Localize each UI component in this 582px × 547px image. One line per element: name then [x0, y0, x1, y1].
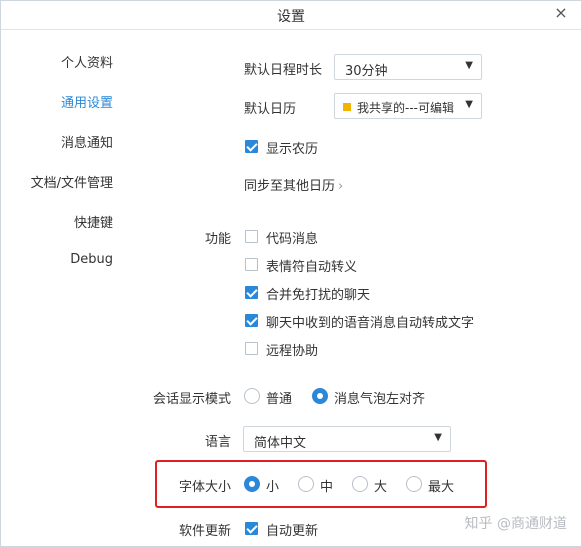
chevron-down-icon: ▼: [465, 99, 473, 110]
sidebar-item-debug[interactable]: Debug: [1, 252, 113, 267]
sidebar-item-notifications[interactable]: 消息通知: [1, 132, 113, 151]
language-value: 简体中文: [254, 436, 307, 451]
emoji-escape-checkbox[interactable]: [245, 258, 258, 271]
merge-dnd-checkbox[interactable]: [245, 286, 258, 299]
font-size-xlarge-label: 最大: [428, 480, 455, 495]
software-update-label: 软件更新: [178, 524, 231, 539]
emoji-escape-label: 表情符自动转义: [266, 260, 358, 275]
session-mode-bubble-radio[interactable]: [312, 388, 328, 404]
close-icon[interactable]: ×: [553, 5, 569, 21]
show-lunar-checkbox[interactable]: [245, 140, 258, 153]
duration-value: 30分钟: [345, 64, 388, 79]
watermark: 知乎 @商通财道: [464, 516, 567, 532]
settings-window: 设置 × 个人资料 通用设置 消息通知 文档/文件管理 快捷键 Debug 默认…: [0, 0, 582, 547]
title-bar: 设置 ×: [1, 1, 581, 29]
code-message-checkbox[interactable]: [245, 230, 258, 243]
font-size-medium-radio[interactable]: [298, 476, 314, 492]
font-size-large-label: 大: [374, 480, 388, 495]
window-title: 设置: [277, 9, 305, 25]
duration-select[interactable]: 30分钟 ▼: [334, 54, 482, 80]
calendar-color-swatch: [343, 103, 351, 111]
remote-assist-checkbox[interactable]: [245, 342, 258, 355]
font-size-large-radio[interactable]: [352, 476, 368, 492]
merge-dnd-label: 合并免打扰的聊天: [266, 288, 371, 303]
session-mode-normal-radio[interactable]: [244, 388, 260, 404]
auto-update-label: 自动更新: [266, 524, 319, 539]
default-calendar-label: 默认日历: [244, 102, 297, 117]
sidebar-item-general[interactable]: 通用设置: [1, 92, 113, 111]
chevron-right-icon: ›: [338, 179, 344, 194]
title-divider: [1, 29, 581, 30]
language-label: 语言: [204, 435, 231, 450]
session-mode-bubble-label: 消息气泡左对齐: [334, 392, 426, 407]
code-message-label: 代码消息: [266, 232, 319, 247]
features-label: 功能: [204, 232, 231, 247]
font-size-small-label: 小: [266, 480, 280, 495]
font-size-xlarge-radio[interactable]: [406, 476, 422, 492]
duration-label: 默认日程时长: [244, 63, 323, 78]
font-size-medium-label: 中: [320, 480, 334, 495]
session-mode-normal-label: 普通: [266, 392, 293, 407]
font-size-small-radio[interactable]: [244, 476, 260, 492]
chevron-down-icon: ▼: [465, 60, 473, 71]
remote-assist-label: 远程协助: [266, 344, 319, 359]
font-size-label: 字体大小: [178, 480, 231, 495]
sidebar-item-shortcuts[interactable]: 快捷键: [1, 212, 113, 231]
chevron-down-icon: ▼: [434, 432, 442, 443]
voice-to-text-checkbox[interactable]: [245, 314, 258, 327]
session-mode-label: 会话显示模式: [152, 392, 231, 407]
voice-to-text-label: 聊天中收到的语音消息自动转成文字: [266, 316, 475, 331]
show-lunar-label: 显示农历: [266, 142, 319, 157]
default-calendar-select[interactable]: 我共享的---可编辑 ▼: [334, 93, 482, 119]
sync-calendar-link[interactable]: 同步至其他日历 ›: [244, 175, 343, 194]
auto-update-checkbox[interactable]: [245, 522, 258, 535]
language-select[interactable]: 简体中文 ▼: [243, 426, 451, 452]
sync-calendar-label: 同步至其他日历: [244, 179, 336, 194]
sidebar-item-files[interactable]: 文档/文件管理: [1, 172, 113, 191]
default-calendar-value: 我共享的---可编辑: [357, 101, 454, 115]
sidebar-item-profile[interactable]: 个人资料: [1, 52, 113, 71]
